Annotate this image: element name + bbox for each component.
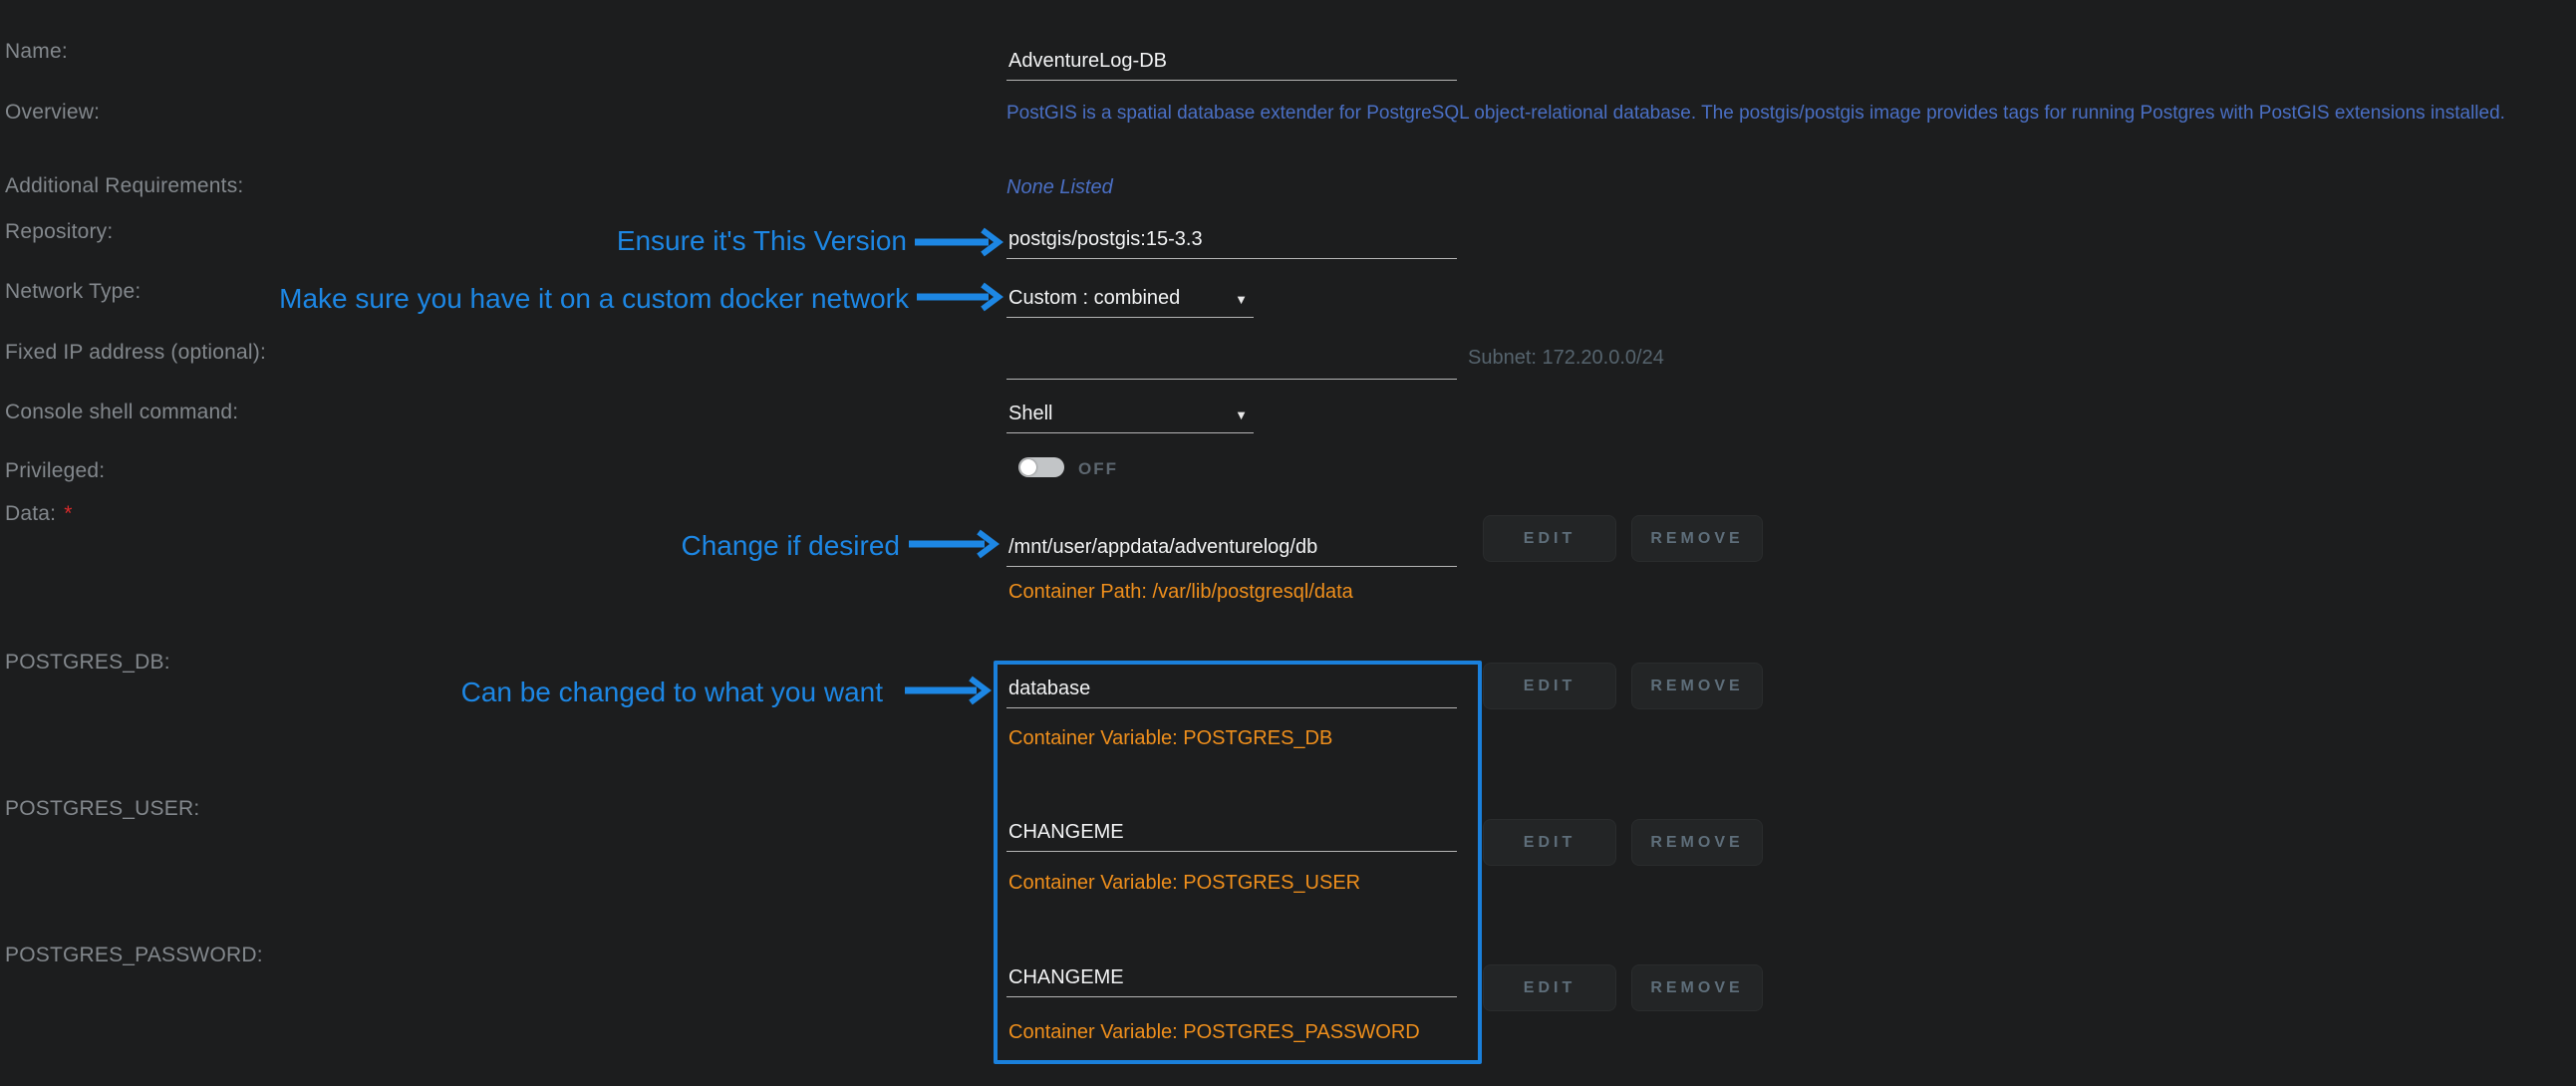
field-label-console-shell: Console shell command: bbox=[5, 401, 238, 424]
network-type-selected-value: Custom : combined bbox=[1008, 287, 1180, 310]
field-label-postgres-user: POSTGRES_USER: bbox=[5, 797, 199, 821]
field-label-repository: Repository: bbox=[5, 220, 113, 244]
network-type-select[interactable]: Custom : combined ▼ bbox=[1006, 285, 1254, 318]
edit-button-postgres-password[interactable]: EDIT bbox=[1483, 964, 1616, 1011]
dropdown-caret-icon: ▼ bbox=[1235, 292, 1248, 307]
overview-description: PostGIS is a spatial database extender f… bbox=[1006, 103, 2505, 125]
arrow-icon bbox=[913, 227, 1006, 257]
annotation-network: Make sure you have it on a custom docker… bbox=[279, 283, 909, 315]
remove-button-data[interactable]: REMOVE bbox=[1631, 515, 1763, 562]
fixed-ip-input[interactable] bbox=[1006, 343, 1457, 380]
field-label-name: Name: bbox=[5, 40, 68, 64]
repository-input[interactable] bbox=[1006, 222, 1457, 259]
additional-requirements-value: None Listed bbox=[1006, 176, 1113, 199]
field-label-fixed-ip: Fixed IP address (optional): bbox=[5, 341, 266, 365]
edit-button-data[interactable]: EDIT bbox=[1483, 515, 1616, 562]
annotation-data: Change if desired bbox=[682, 530, 900, 562]
field-label-data-text: Data: bbox=[5, 502, 56, 525]
dropdown-caret-icon: ▼ bbox=[1235, 407, 1248, 422]
arrow-icon bbox=[907, 529, 1002, 559]
edit-button-postgres-user[interactable]: EDIT bbox=[1483, 819, 1616, 866]
toggle-knob bbox=[1020, 459, 1036, 475]
container-path-info: Container Path: /var/lib/postgresql/data bbox=[1008, 581, 1353, 604]
privileged-toggle[interactable] bbox=[1018, 457, 1064, 477]
field-label-overview: Overview: bbox=[5, 101, 100, 125]
annotation-postgres: Can be changed to what you want bbox=[461, 677, 883, 708]
field-label-postgres-db: POSTGRES_DB: bbox=[5, 651, 170, 675]
privileged-state-label: OFF bbox=[1078, 459, 1118, 479]
field-label-privileged: Privileged: bbox=[5, 459, 105, 483]
arrow-icon bbox=[903, 676, 995, 705]
remove-button-postgres-password[interactable]: REMOVE bbox=[1631, 964, 1763, 1011]
container-variable-info-user: Container Variable: POSTGRES_USER bbox=[1008, 872, 1360, 895]
postgres-db-input[interactable] bbox=[1006, 672, 1457, 708]
docker-template-form: Name: Overview: Additional Requirements:… bbox=[0, 0, 2576, 1086]
remove-button-postgres-user[interactable]: REMOVE bbox=[1631, 819, 1763, 866]
required-asterisk: * bbox=[64, 502, 72, 525]
console-shell-select[interactable]: Shell ▼ bbox=[1006, 401, 1254, 433]
arrow-icon bbox=[915, 282, 1006, 312]
annotation-repository: Ensure it's This Version bbox=[617, 225, 907, 257]
field-label-network-type: Network Type: bbox=[5, 280, 141, 304]
field-label-additional-requirements: Additional Requirements: bbox=[5, 174, 243, 198]
container-variable-info-password: Container Variable: POSTGRES_PASSWORD bbox=[1008, 1021, 1420, 1044]
edit-button-postgres-db[interactable]: EDIT bbox=[1483, 663, 1616, 709]
name-input[interactable] bbox=[1006, 44, 1457, 81]
remove-button-postgres-db[interactable]: REMOVE bbox=[1631, 663, 1763, 709]
highlight-box bbox=[994, 661, 1482, 1064]
subnet-info: Subnet: 172.20.0.0/24 bbox=[1468, 347, 1664, 370]
field-label-postgres-password: POSTGRES_PASSWORD: bbox=[5, 944, 263, 967]
postgres-user-input[interactable] bbox=[1006, 815, 1457, 852]
container-variable-info-db: Container Variable: POSTGRES_DB bbox=[1008, 727, 1332, 750]
data-path-input[interactable] bbox=[1006, 530, 1457, 567]
postgres-password-input[interactable] bbox=[1006, 960, 1457, 997]
field-label-data: Data: * bbox=[5, 502, 73, 526]
console-shell-selected-value: Shell bbox=[1008, 403, 1052, 425]
